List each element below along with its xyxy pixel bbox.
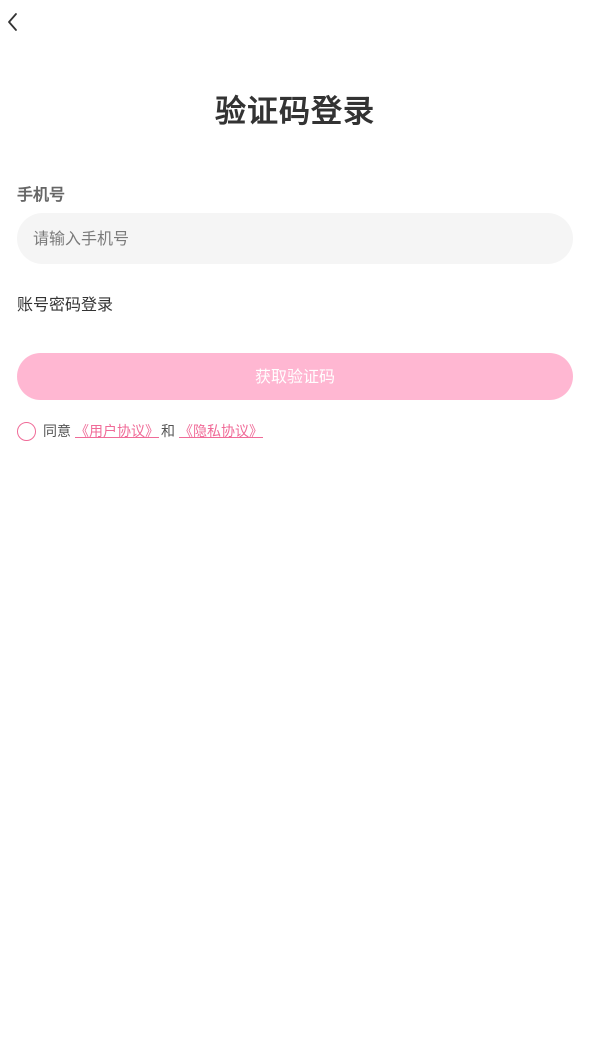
password-login-link[interactable]: 账号密码登录 — [17, 291, 113, 315]
agree-prefix: 同意 — [43, 424, 71, 440]
login-page: 验证码登录 手机号 账号密码登录 获取验证码 同意 《用户协议》 和 《隐私协议… — [0, 0, 599, 1060]
privacy-agreement-link[interactable]: 《隐私协议》 — [175, 421, 263, 441]
phone-input[interactable] — [17, 213, 573, 264]
get-code-button[interactable]: 获取验证码 — [17, 353, 573, 400]
page-title: 验证码登录 — [215, 94, 375, 130]
agree-conjunction: 和 — [161, 424, 175, 440]
chevron-left-icon — [8, 13, 17, 31]
back-button[interactable] — [4, 11, 24, 33]
user-agreement-link[interactable]: 《用户协议》 — [71, 421, 159, 441]
phone-label: 手机号 — [17, 185, 66, 204]
agree-radio[interactable] — [17, 421, 36, 441]
agreement-row: 同意 《用户协议》 和 《隐私协议》 — [17, 421, 263, 441]
